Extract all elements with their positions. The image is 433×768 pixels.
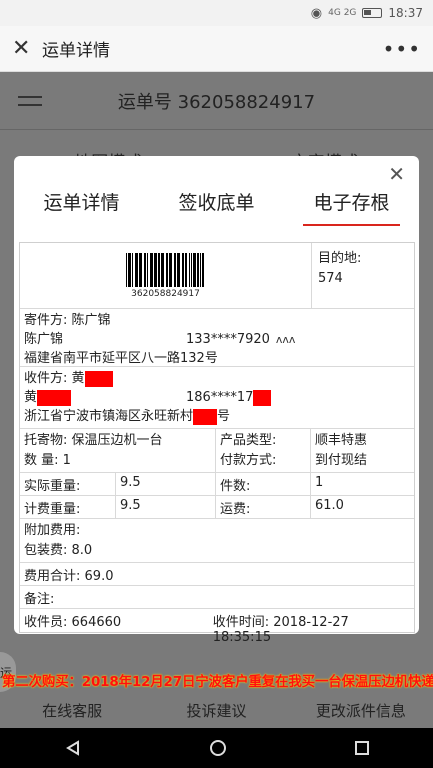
actual-weight-row: 实际重量: 9.5 件数: 1 — [20, 473, 414, 496]
pieces-value: 1 — [315, 475, 324, 490]
product-type-value: 顺丰特惠 — [315, 433, 368, 448]
electronic-stub: 362058824917 目的地: 574 寄件方: 陈广锦 陈广锦 133***… — [19, 242, 415, 645]
barcode-number: 362058824917 — [131, 288, 200, 299]
sender-label-name: 陈广锦 — [71, 313, 111, 328]
receiver-address: 浙江省宁波市镇海区永旺新村 — [24, 409, 194, 424]
courier-label: 收件员: — [24, 615, 68, 630]
receiver-label: 收件方: — [24, 371, 68, 386]
redaction-mark — [37, 389, 72, 406]
extra-fees: 附加费用: 包装费: 8.0 — [20, 519, 414, 563]
waybill-header: 运单号 362058824917 — [0, 72, 433, 130]
goods-row: 托寄物: 保温压边机一台 数 量: 1 产品类型: 付款方式: 顺丰特惠 到付现… — [20, 429, 414, 473]
destination: 目的地: 574 — [312, 243, 414, 308]
barcode-bar — [204, 252, 205, 287]
receiver-address-suffix: 号 — [217, 409, 231, 424]
actual-weight-value: 9.5 — [116, 473, 216, 495]
destination-value: 574 — [318, 271, 343, 286]
billing-weight-label: 计费重量: — [20, 496, 116, 518]
status-time: 18:37 — [388, 6, 423, 20]
receiver-phone: 186****17 — [186, 390, 254, 405]
quantity-label: 数 量: — [24, 453, 59, 468]
battery-icon — [362, 8, 383, 18]
payment-label: 付款方式: — [220, 453, 277, 468]
waybill-number-title: 运单号 362058824917 — [117, 91, 316, 113]
sender-label: 寄件方: — [24, 313, 68, 328]
barcode-bars — [126, 252, 205, 287]
menu-icon[interactable] — [18, 90, 42, 112]
modal-tabs: 运单详情 签收底单 电子存根 — [14, 180, 419, 226]
tab-waybill-details[interactable]: 运单详情 — [43, 180, 119, 226]
remark-label: 备注: — [24, 592, 55, 607]
barcode: 362058824917 — [20, 243, 312, 308]
packing-fee-value: 8.0 — [71, 543, 93, 558]
receiver-section: 收件方: 黄 黄 186****17 浙江省宁波市镇海区永旺新村 号 — [20, 367, 414, 429]
destination-label: 目的地: — [318, 251, 362, 266]
barcode-row: 362058824917 目的地: 574 — [20, 243, 414, 309]
courier-value: 664660 — [71, 615, 122, 630]
status-bar: ◉ 4G 2G 18:37 — [0, 0, 433, 26]
packing-fee-label: 包装费: — [24, 543, 68, 558]
annotation-banner: 第二次购买：2018年12月27日宁波客户重复在我买一台保温压边机快递单 — [2, 674, 433, 690]
sender-phone: 133****7920 — [186, 332, 270, 347]
home-icon[interactable] — [209, 740, 226, 756]
back-icon[interactable] — [65, 740, 81, 756]
top-navigation: ✕ 运单详情 ••• — [0, 26, 433, 72]
receiver-label-name: 黄 — [71, 371, 85, 386]
item-value: 保温压边机一台 — [71, 433, 163, 448]
extra-fees-label: 附加费用: — [24, 523, 81, 538]
freight-value: 61.0 — [315, 498, 344, 513]
remark: 备注: — [20, 586, 414, 609]
more-options-icon[interactable]: ••• — [383, 37, 421, 61]
sender-section: 寄件方: 陈广锦 陈广锦 133****7920 ʌʌʌ 福建省南平市延平区八一路1… — [20, 309, 414, 367]
signal-icon: 4G 2G — [328, 8, 357, 18]
quantity-value: 1 — [62, 453, 71, 468]
recents-icon[interactable] — [354, 741, 369, 755]
sender-name: 陈广锦 — [24, 332, 64, 347]
hide-eye-icon[interactable]: ʌʌʌ — [276, 333, 296, 346]
total-fee-label: 费用合计: — [24, 569, 81, 584]
total-fee: 费用合计: 69.0 — [20, 563, 414, 586]
pickup-info: 收件员: 664660 收件时间: 2018-12-27 18:35:15 — [20, 609, 414, 645]
tab-electronic-stub[interactable]: 电子存根 — [303, 180, 400, 226]
billing-weight-value: 9.5 — [116, 496, 216, 518]
redaction-mark — [84, 370, 113, 387]
system-navigation-bar — [0, 728, 433, 768]
page-title: 运单详情 — [42, 41, 110, 61]
receiver-name: 黄 — [24, 390, 38, 405]
billing-weight-row: 计费重量: 9.5 运费: 61.0 — [20, 496, 414, 519]
waybill-modal: ✕ 运单详情 签收底单 电子存根 362058824917 目的地: 574 寄… — [14, 156, 419, 645]
redaction-mark — [193, 408, 218, 425]
payment-value: 到付现结 — [315, 453, 368, 468]
freight-label: 运费: — [216, 496, 311, 518]
pickup-time-label: 收件时间: — [212, 615, 270, 630]
total-fee-value: 69.0 — [84, 569, 114, 584]
product-type-label: 产品类型: — [220, 433, 277, 448]
redaction-mark — [253, 389, 272, 406]
pieces-label: 件数: — [216, 473, 311, 495]
sender-address: 福建省南平市延平区八一路132号 — [24, 351, 218, 366]
item-label: 托寄物: — [24, 433, 68, 448]
tab-signed-receipt[interactable]: 签收底单 — [178, 180, 254, 226]
actual-weight-label: 实际重量: — [20, 473, 116, 495]
close-icon[interactable]: ✕ — [12, 36, 38, 61]
eye-comfort-icon: ◉ — [310, 5, 323, 21]
